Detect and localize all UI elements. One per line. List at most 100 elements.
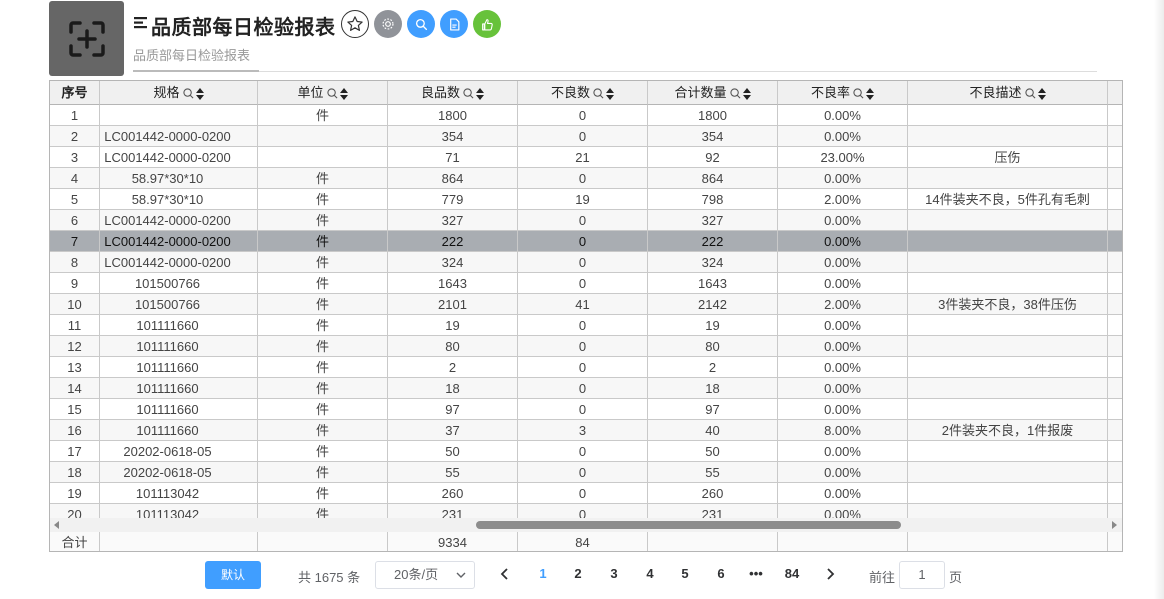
page-ellipsis[interactable]: ••• [746,566,766,581]
search-icon[interactable] [853,88,864,99]
table-cell: 10 [50,294,100,315]
table-row[interactable]: 6 LC001442-0000-0200 件 327 0 327 0.00% [50,210,1122,231]
table-cell: 222 [648,231,778,252]
chevron-down-icon [456,572,466,578]
page-number[interactable]: 84 [782,566,802,581]
column-header[interactable]: 规格 [100,81,258,105]
next-page-icon[interactable] [825,568,835,580]
column-header[interactable]: 合计数量 [648,81,778,105]
table-cell-filler [1108,357,1122,378]
sort-icon[interactable] [742,87,751,100]
table-cell-filler [1108,336,1122,357]
table-row[interactable]: 11 101111660 件 19 0 19 0.00% [50,315,1122,336]
page-number[interactable]: 3 [604,566,624,581]
table-row[interactable]: 2 LC001442-0000-0200 354 0 354 0.00% [50,126,1122,147]
page-subtitle: 品质部每日检验报表 [133,49,251,64]
table-cell: 件 [258,357,388,378]
table-row[interactable]: 13 101111660 件 2 0 2 0.00% [50,357,1122,378]
table-row[interactable]: 1 件 1800 0 1800 0.00% [50,105,1122,126]
export-button[interactable] [440,10,468,38]
scrollbar-thumb[interactable] [476,521,901,529]
page-number[interactable]: 6 [711,566,731,581]
column-header[interactable]: 不良描述 [908,81,1108,105]
table-cell: 0 [518,462,648,483]
table-row[interactable]: 15 101111660 件 97 0 97 0.00% [50,399,1122,420]
table-cell: 101111660 [100,336,258,357]
search-icon[interactable] [326,88,338,99]
page-title: 品质部每日检验报表 [151,15,336,39]
column-header[interactable]: 不良率 [778,81,908,105]
prev-page-icon[interactable] [500,568,510,580]
table-row[interactable]: 10 101500766 件 2101 41 2142 2.00% 3件装夹不良，38件压伤 [50,294,1122,315]
column-header-filler [1108,81,1122,105]
table-cell-filler [1108,168,1122,189]
sort-icon[interactable] [339,87,348,100]
table-row[interactable]: 14 101111660 件 18 0 18 0.00% [50,378,1122,399]
report-table: 序号 规格 单位 良品数 不良数 合计数量 不良率 不良描述 1 件 1800 0 1800 0.00% 2… [49,80,1123,552]
footer-cell [648,532,778,551]
table-cell [908,273,1108,294]
page-number[interactable]: 4 [640,566,660,581]
table-cell: 779 [388,189,518,210]
table-cell [908,378,1108,399]
menu-icon[interactable] [133,12,149,32]
table-row[interactable]: 4 58.97*30*10 件 864 0 864 0.00% [50,168,1122,189]
spec-text: LC001442-0000-0200 [104,255,231,270]
search-button[interactable] [407,10,435,38]
scroll-right-icon[interactable] [1110,521,1118,529]
page-size-select[interactable]: 20条/页 [375,561,475,589]
settings-button[interactable] [374,10,402,38]
horizontal-scrollbar[interactable] [50,518,1122,532]
table-cell: 1643 [648,273,778,294]
goto-page-input[interactable]: 1 [899,561,945,589]
footer-cell: 9334 [388,532,518,551]
favorite-button[interactable] [341,10,369,38]
search-icon[interactable] [182,88,194,99]
sort-icon[interactable] [1037,87,1046,100]
table-row[interactable]: 9 101500766 件 1643 0 1643 0.00% [50,273,1122,294]
search-icon[interactable] [593,88,604,99]
default-button[interactable]: 默认 [205,561,261,589]
table-row[interactable]: 19 101113042 件 260 0 260 0.00% [50,483,1122,504]
table-cell: 222 [388,231,518,252]
table-row[interactable]: 12 101111660 件 80 0 80 0.00% [50,336,1122,357]
table-row[interactable]: 17 20202-0618-05 件 50 0 50 0.00% [50,441,1122,462]
table-cell: 101113042 [100,483,258,504]
table-cell: 件 [258,294,388,315]
column-header[interactable]: 良品数 [388,81,518,105]
table-cell: 0 [518,378,648,399]
footer-cell: 合计 [50,532,100,551]
search-icon[interactable] [729,88,741,99]
add-frame-icon [68,20,105,57]
table-cell-filler [1108,147,1122,168]
page-number[interactable]: 5 [675,566,695,581]
table-cell: 58.97*30*10 [100,189,258,210]
table-cell: 92 [648,147,778,168]
sort-icon[interactable] [866,87,874,100]
table-cell: 50 [648,441,778,462]
approve-button[interactable] [473,10,501,38]
sort-icon[interactable] [195,87,204,100]
sort-icon[interactable] [476,87,484,100]
table-cell: 0 [518,483,648,504]
table-row[interactable]: 3 LC001442-0000-0200 71 21 92 23.00% 压伤 [50,147,1122,168]
table-cell: 件 [258,420,388,441]
spec-text: 101500766 [134,297,201,312]
table-row[interactable]: 16 101111660 件 37 3 40 8.00% 2件装夹不良，1件报废 [50,420,1122,441]
table-cell: 41 [518,294,648,315]
column-header[interactable]: 单位 [258,81,388,105]
page-number[interactable]: 2 [568,566,588,581]
star-icon [347,16,363,31]
table-cell-filler [1108,294,1122,315]
table-row[interactable]: 18 20202-0618-05 件 55 0 55 0.00% [50,462,1122,483]
sort-icon[interactable] [606,87,614,100]
search-icon[interactable] [1024,88,1036,99]
column-header[interactable]: 不良数 [518,81,648,105]
table-row[interactable]: 7 LC001442-0000-0200 件 222 0 222 0.00% [50,231,1122,252]
scroll-left-icon[interactable] [53,521,61,529]
header-divider [259,71,1097,72]
table-row[interactable]: 8 LC001442-0000-0200 件 324 0 324 0.00% [50,252,1122,273]
table-row[interactable]: 5 58.97*30*10 件 779 19 798 2.00% 14件装夹不良，5件孔有毛刺 [50,189,1122,210]
page-number[interactable]: 1 [533,566,553,581]
search-icon[interactable] [463,88,474,99]
